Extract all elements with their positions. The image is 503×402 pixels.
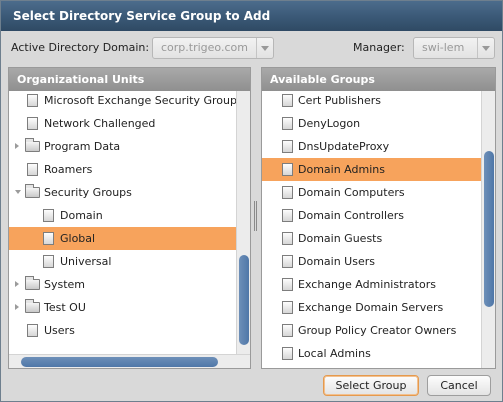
group-list-item[interactable]: Domain Controllers [262, 204, 481, 227]
document-icon [282, 163, 293, 176]
organizational-units-header: Organizational Units [9, 68, 250, 91]
group-label: Group Policy Creator Owners [298, 324, 457, 337]
document-icon [282, 255, 293, 268]
document-icon [282, 278, 293, 291]
group-list-item[interactable]: Domain Users [262, 250, 481, 273]
tree-item-label: Domain [60, 209, 103, 222]
group-list-item[interactable]: Exchange Administrators [262, 273, 481, 296]
tree-item-label: Users [44, 324, 75, 337]
document-icon [282, 209, 293, 222]
group-label: Local Admins [298, 347, 371, 360]
group-list-item[interactable]: Group Policy Creator Owners [262, 319, 481, 342]
tree-item[interactable]: Global [9, 227, 237, 250]
document-icon [27, 163, 38, 176]
group-label: Cert Publishers [298, 94, 382, 107]
tree-item-label: Roamers [44, 163, 93, 176]
organizational-units-tree[interactable]: Microsoft Exchange Security Groups Networ… [9, 91, 250, 368]
tree-item-label: Network Challenged [44, 117, 156, 130]
panel-splitter-handle[interactable] [254, 201, 257, 231]
document-icon [282, 324, 293, 337]
organizational-units-panel: Organizational Units Microsoft Exchange … [8, 67, 251, 369]
group-label: Domain Controllers [298, 209, 405, 222]
available-groups-panel: Available Groups Cert Publishers DenyLogo… [261, 67, 496, 369]
ou-vertical-scroll-thumb[interactable] [239, 255, 249, 345]
expand-arrow-open-icon[interactable] [15, 190, 21, 194]
select-group-button[interactable]: Select Group [323, 375, 419, 396]
available-groups-list[interactable]: Cert Publishers DenyLogon DnsUpdateProxy Do… [262, 91, 495, 368]
folder-icon [25, 276, 40, 290]
document-icon [43, 209, 54, 222]
document-icon [282, 117, 293, 130]
group-label: Domain Computers [298, 186, 405, 199]
tree-item-label: Program Data [44, 140, 121, 153]
chevron-down-icon[interactable] [477, 38, 494, 58]
tree-item[interactable]: System [9, 273, 237, 296]
document-icon [27, 94, 38, 107]
filter-bar: Active Directory Domain: corp.trigeo.com… [1, 37, 502, 59]
tree-item-label: Test OU [44, 301, 86, 314]
cancel-button[interactable]: Cancel [427, 375, 491, 396]
document-icon [27, 324, 38, 337]
tree-item[interactable]: Users [9, 319, 237, 342]
document-icon [43, 232, 54, 245]
domain-select-value: corp.trigeo.com [161, 41, 248, 54]
tree-item-label: Microsoft Exchange Security Groups [44, 94, 243, 107]
document-icon [27, 117, 38, 130]
group-label: DenyLogon [298, 117, 361, 130]
tree-item[interactable]: Domain [9, 204, 237, 227]
groups-vertical-scroll-thumb[interactable] [484, 151, 494, 307]
document-icon [282, 232, 293, 245]
folder-open-icon [25, 184, 40, 198]
tree-item[interactable]: Network Challenged [9, 112, 237, 135]
tree-item-label: System [44, 278, 86, 291]
group-list-item[interactable]: Exchange Domain Servers [262, 296, 481, 319]
dialog-title: Select Directory Service Group to Add [1, 1, 502, 31]
tree-item[interactable]: Microsoft Exchange Security Groups [9, 91, 243, 112]
tree-item-label: Universal [60, 255, 112, 268]
document-icon [282, 94, 293, 107]
group-list-item[interactable]: Domain Admins [262, 158, 481, 181]
ou-vertical-scrollbar[interactable] [236, 91, 250, 354]
document-icon [282, 347, 293, 360]
document-icon [43, 255, 54, 268]
chevron-down-icon[interactable] [256, 38, 273, 58]
group-label: DnsUpdateProxy [298, 140, 390, 153]
ou-horizontal-scroll-thumb[interactable] [21, 357, 218, 367]
group-list-item[interactable]: DnsUpdateProxy [262, 135, 481, 158]
group-label: Domain Guests [298, 232, 383, 245]
ou-horizontal-scrollbar[interactable] [9, 354, 250, 368]
domain-label: Active Directory Domain: [11, 41, 150, 54]
folder-icon [25, 138, 40, 152]
group-label: Domain Admins [298, 163, 385, 176]
group-label: Domain Users [298, 255, 375, 268]
document-icon [282, 140, 293, 153]
expand-arrow-icon[interactable] [15, 143, 19, 149]
expand-arrow-icon[interactable] [15, 304, 19, 310]
document-icon [282, 186, 293, 199]
group-list-item[interactable]: Domain Computers [262, 181, 481, 204]
group-label: Exchange Administrators [298, 278, 436, 291]
group-list-item[interactable]: DenyLogon [262, 112, 481, 135]
group-list-item[interactable]: Cert Publishers [262, 91, 481, 112]
tree-item[interactable]: Test OU [9, 296, 237, 319]
domain-select[interactable]: corp.trigeo.com [152, 37, 274, 59]
group-list-item[interactable]: Local Admins [262, 342, 481, 365]
group-list-item[interactable]: Domain Guests [262, 227, 481, 250]
tree-item[interactable]: Security Groups [9, 181, 237, 204]
document-icon [282, 301, 293, 314]
tree-item-label: Security Groups [44, 186, 132, 199]
available-groups-header: Available Groups [262, 68, 495, 91]
manager-select[interactable]: swi-lem [413, 37, 495, 59]
tree-item[interactable]: Roamers [9, 158, 237, 181]
manager-label: Manager: [353, 41, 405, 54]
tree-item-label: Global [60, 232, 96, 245]
folder-icon [25, 299, 40, 313]
manager-select-value: swi-lem [422, 41, 465, 54]
tree-item[interactable]: Program Data [9, 135, 237, 158]
group-label: Exchange Domain Servers [298, 301, 444, 314]
groups-vertical-scrollbar[interactable] [481, 91, 495, 368]
tree-item[interactable]: Universal [9, 250, 237, 273]
expand-arrow-icon[interactable] [15, 281, 19, 287]
select-group-dialog: Select Directory Service Group to Add Ac… [0, 0, 503, 402]
